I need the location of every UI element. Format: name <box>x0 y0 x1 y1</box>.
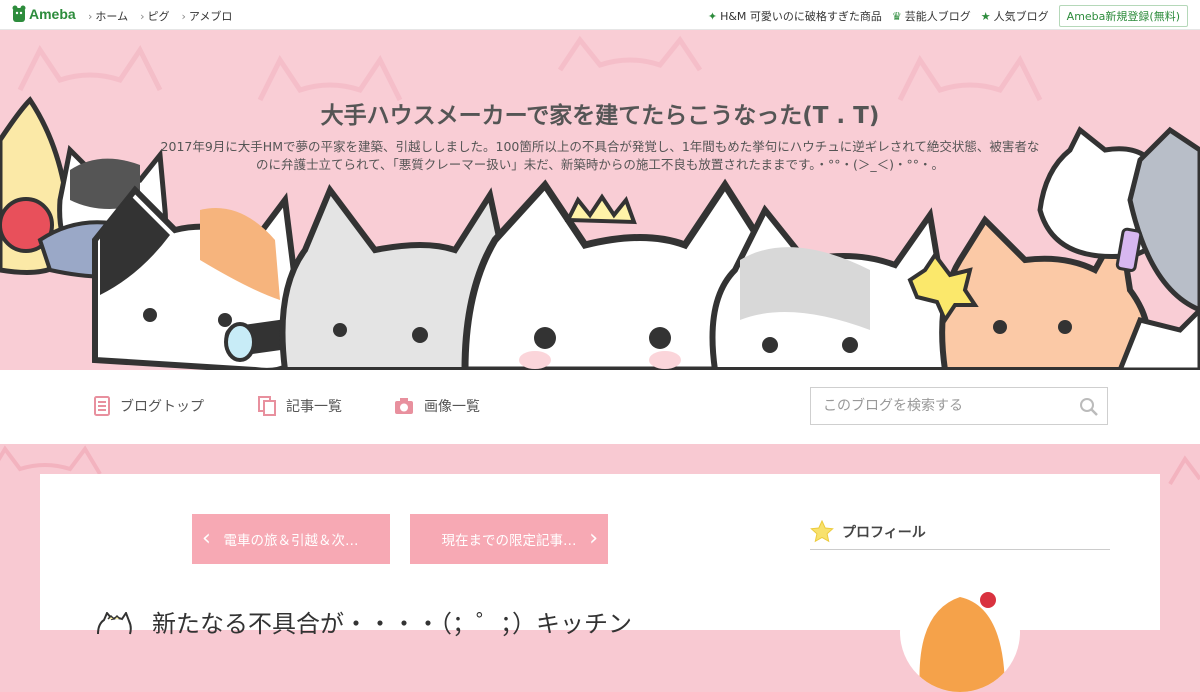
main-content: ‹ 電車の旅＆引越＆次… 現在までの限定記事… › 新たなる不具合が・・・・（；… <box>40 474 1160 692</box>
profile-heading: プロフィール <box>810 514 1110 550</box>
blog-top-icon <box>94 396 110 416</box>
menu-image-list[interactable]: 画像一覧 <box>394 396 480 416</box>
menu-article-list[interactable]: 記事一覧 <box>258 396 342 416</box>
article-list-icon <box>258 396 276 416</box>
menu-label: ブログトップ <box>120 399 204 415</box>
top-bar: Ameba ホーム ピグ アメブロ ✦H&M 可愛いのに破格すぎた商品 ♛芸能人… <box>0 0 1200 30</box>
global-nav: ホーム ピグ アメブロ <box>88 8 232 24</box>
camera-icon <box>395 398 413 414</box>
search-icon[interactable] <box>1079 397 1099 417</box>
next-article-button[interactable]: 現在までの限定記事… › <box>410 514 608 564</box>
logo-text: Ameba <box>29 6 76 22</box>
blog-title[interactable]: 大手ハウスメーカーで家を建てたらこうなった(T . T) <box>0 96 1200 130</box>
nav-home[interactable]: ホーム <box>88 8 128 24</box>
top-links: ✦ H&M 可愛いのに破格すぎた商品 ♛ 芸能人ブログ ★ 人気ブログ Ameba新規… <box>708 5 1188 27</box>
cat-outline-icon <box>97 612 132 635</box>
prev-article-button[interactable]: ‹ 電車の旅＆引越＆次… <box>192 514 390 564</box>
menu-label: 画像一覧 <box>424 399 480 415</box>
menu-blog-top[interactable]: ブログトップ <box>94 396 204 416</box>
profile-illustration <box>919 592 1005 692</box>
promo-link[interactable]: ✦ H&M 可愛いのに破格すぎた商品 <box>708 8 882 24</box>
popular-blog-link[interactable]: ★ 人気ブログ <box>981 8 1049 24</box>
search-input[interactable] <box>821 397 1075 415</box>
chevron-left-icon: ‹ <box>202 526 211 551</box>
ameba-logo[interactable]: Ameba <box>12 5 76 23</box>
avatar[interactable] <box>900 572 1020 692</box>
register-button[interactable]: Ameba新規登録(無料) <box>1058 5 1188 27</box>
blog-header: 大手ハウスメーカーで家を建てたらこうなった(T . T) 2017年9月に大手H… <box>0 30 1200 370</box>
nav-ameblo[interactable]: アメブロ <box>181 8 232 24</box>
blog-description: 2017年9月に大手HMで夢の平家を建築、引越ししました。100箇所以上の不具合… <box>160 139 1040 172</box>
blog-search <box>810 387 1108 425</box>
cat-illustration <box>0 35 1200 370</box>
star-icon <box>810 519 834 542</box>
celebrity-blog-link[interactable]: ♛ 芸能人ブログ <box>892 8 971 24</box>
menu-label: 記事一覧 <box>286 399 342 415</box>
sparkle-icon: ✦ <box>707 10 718 23</box>
chevron-right-icon: › <box>589 526 598 551</box>
blog-menu: ブログトップ 記事一覧 画像一覧 <box>0 370 1200 444</box>
crown-icon: ♛ <box>891 10 902 23</box>
ameba-mark-icon <box>12 5 26 22</box>
nav-pigg[interactable]: ピグ <box>140 8 169 24</box>
star-icon: ★ <box>980 10 991 23</box>
post-title[interactable]: 新たなる不具合が・・・・（；゜；）キッチン <box>152 604 632 639</box>
